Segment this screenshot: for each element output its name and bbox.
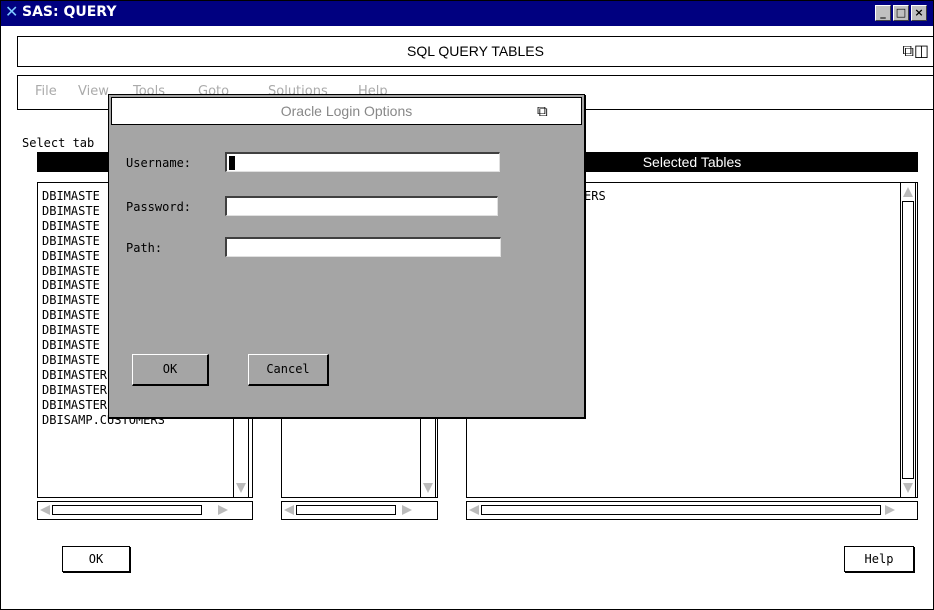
selected-table-item[interactable]: ERS bbox=[584, 189, 606, 204]
menu-view[interactable]: View bbox=[78, 84, 109, 99]
copy-icon[interactable]: ⧉ bbox=[537, 102, 548, 120]
dialog-cancel-button[interactable]: Cancel bbox=[248, 354, 329, 386]
restore-icon[interactable]: ◫ bbox=[914, 41, 929, 60]
x-icon: ✕ bbox=[5, 2, 19, 21]
ok-button[interactable]: OK bbox=[62, 546, 130, 572]
subheader-bar: SQL QUERY TABLES ⧉◫ bbox=[17, 36, 934, 67]
vscroll-thumb[interactable] bbox=[902, 201, 914, 479]
scroll-left-icon[interactable] bbox=[469, 505, 479, 515]
scroll-right-icon[interactable] bbox=[218, 505, 228, 515]
scroll-right-icon[interactable] bbox=[885, 505, 895, 515]
password-field[interactable] bbox=[225, 196, 498, 216]
subheader-title: SQL QUERY TABLES bbox=[407, 43, 544, 59]
scroll-down-icon[interactable] bbox=[423, 483, 433, 493]
title-bar[interactable] bbox=[1, 1, 933, 26]
select-tables-label: Select tab bbox=[22, 136, 95, 150]
selected-tables-items[interactable]: ERS bbox=[584, 189, 606, 204]
scroll-down-icon[interactable] bbox=[903, 483, 913, 493]
scroll-right-icon[interactable] bbox=[402, 505, 412, 515]
username-field[interactable] bbox=[225, 152, 500, 172]
scroll-left-icon[interactable] bbox=[284, 505, 294, 515]
oracle-login-dialog: Oracle Login Options ⧉ Username: Passwor… bbox=[108, 94, 585, 418]
scroll-left-icon[interactable] bbox=[40, 505, 50, 515]
selected-vscroll[interactable] bbox=[900, 182, 916, 498]
scroll-down-icon[interactable] bbox=[236, 483, 246, 493]
minimize-icon: _ bbox=[880, 6, 886, 19]
hscroll-thumb[interactable] bbox=[481, 505, 881, 515]
hscroll-thumb[interactable] bbox=[52, 505, 202, 515]
password-label: Password: bbox=[126, 200, 192, 214]
dialog-ok-button[interactable]: OK bbox=[132, 354, 209, 386]
minimize-button[interactable]: _ bbox=[875, 5, 891, 21]
scroll-up-icon[interactable] bbox=[903, 187, 913, 197]
help-button[interactable]: Help bbox=[844, 546, 914, 572]
path-field[interactable] bbox=[225, 237, 501, 257]
close-button[interactable]: × bbox=[911, 5, 927, 21]
username-label: Username: bbox=[126, 156, 192, 170]
close-icon: × bbox=[914, 6, 924, 19]
columns-vscroll[interactable] bbox=[420, 418, 436, 498]
columns-hscroll[interactable] bbox=[281, 501, 438, 520]
maximize-icon: □ bbox=[895, 6, 907, 19]
selected-hscroll[interactable] bbox=[466, 501, 918, 520]
menu-file[interactable]: File bbox=[35, 84, 57, 99]
available-hscroll[interactable] bbox=[37, 501, 253, 520]
copy-icon[interactable]: ⧉ bbox=[902, 41, 913, 60]
window-tool-icons[interactable]: ⧉◫ bbox=[902, 41, 929, 61]
window-title: SAS: QUERY bbox=[22, 4, 117, 20]
maximize-button[interactable]: □ bbox=[893, 5, 909, 21]
columns-list[interactable] bbox=[281, 418, 438, 498]
dialog-title-bar[interactable]: Oracle Login Options ⧉ bbox=[111, 97, 582, 125]
path-label: Path: bbox=[126, 241, 163, 255]
dialog-title: Oracle Login Options bbox=[280, 103, 413, 119]
hscroll-thumb[interactable] bbox=[296, 505, 396, 515]
text-cursor bbox=[229, 156, 235, 170]
